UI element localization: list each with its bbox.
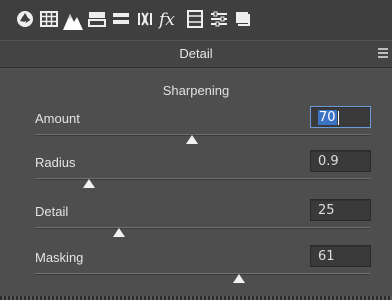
- text-caret: [337, 110, 339, 125]
- detail-field[interactable]: 25: [310, 199, 371, 221]
- lens-icon[interactable]: [110, 8, 132, 30]
- masking-field[interactable]: 61: [310, 245, 371, 267]
- masking-row: Masking 61: [0, 244, 392, 290]
- fx-icon[interactable]: fx: [158, 8, 180, 30]
- radius-label: Radius: [35, 155, 76, 170]
- masking-slider-thumb[interactable]: [233, 274, 246, 283]
- radius-field[interactable]: 0.9: [310, 150, 371, 172]
- section-title: Sharpening: [162, 83, 230, 98]
- amount-value: 70: [318, 110, 337, 125]
- split-toning-icon[interactable]: [86, 8, 108, 30]
- detail-panel: fx Detail Sharpening Amount 70 Radius 0.…: [0, 0, 392, 300]
- panel-title: Detail: [179, 46, 213, 61]
- toolbar: fx: [0, 0, 392, 41]
- radius-slider-thumb[interactable]: [82, 179, 95, 188]
- amount-row: Amount 70: [0, 105, 392, 151]
- detail-slider-thumb[interactable]: [112, 228, 125, 237]
- aperture-icon[interactable]: [14, 8, 36, 30]
- presets-icon[interactable]: [232, 8, 254, 30]
- sliders-icon[interactable]: [208, 8, 230, 30]
- amount-slider-thumb[interactable]: [186, 135, 199, 144]
- panel-header: Detail: [0, 40, 392, 68]
- mountains-icon[interactable]: [62, 6, 84, 34]
- radius-row: Radius 0.9: [0, 149, 392, 195]
- detail-slider-track[interactable]: [35, 227, 370, 229]
- detail-row: Detail 25: [0, 198, 392, 244]
- panel-bottom-edge: [0, 296, 392, 300]
- vignette-icon[interactable]: [134, 8, 156, 30]
- amount-label: Amount: [35, 111, 80, 126]
- amount-slider-track[interactable]: [35, 134, 370, 136]
- detail-label: Detail: [35, 204, 69, 219]
- svg-text:fx: fx: [158, 10, 175, 29]
- film-strip-icon[interactable]: [184, 8, 206, 30]
- panel-menu-icon[interactable]: [378, 47, 388, 59]
- amount-field[interactable]: 70: [310, 106, 371, 128]
- grid-icon[interactable]: [38, 8, 60, 30]
- masking-slider-track[interactable]: [35, 273, 370, 275]
- masking-label: Masking: [35, 250, 84, 265]
